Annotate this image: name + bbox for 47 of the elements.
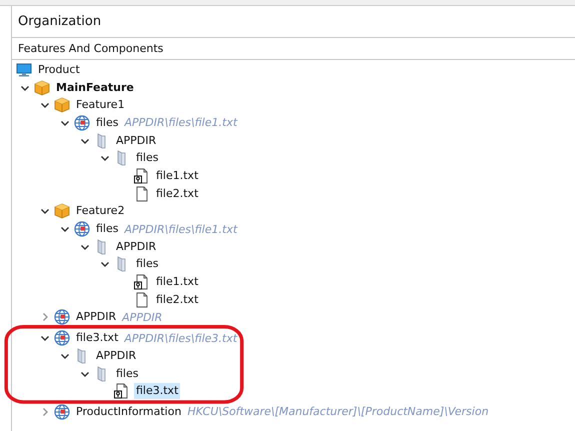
- tree-item[interactable]: Feature2: [74, 203, 127, 220]
- tree-item[interactable]: APPDIR: [74, 309, 118, 326]
- item-path: APPDIR\files\file1.txt: [124, 222, 238, 236]
- item-path: APPDIR: [122, 310, 162, 324]
- item-path: HKCU\Software\[Manufacturer]\[ProductName]\Version: [187, 405, 489, 418]
- tree-item[interactable]: file2.txt: [154, 186, 200, 202]
- file-icon: [134, 186, 150, 202]
- file-icon: [134, 292, 150, 308]
- chevron-icon[interactable]: [100, 259, 110, 270]
- tree-item[interactable]: files: [94, 221, 120, 238]
- globe-icon: [54, 404, 70, 420]
- panel-title: Organization: [12, 6, 575, 38]
- tree-item[interactable]: file1.txt: [154, 274, 200, 290]
- item-path: APPDIR\files\file1.txt: [124, 116, 238, 130]
- tree-item[interactable]: Feature1: [74, 97, 127, 114]
- chevron-icon[interactable]: [40, 206, 50, 216]
- item-path: APPDIR\files\file3.txt: [124, 332, 238, 345]
- monitor-icon: [16, 62, 32, 78]
- chevron-icon[interactable]: [40, 333, 50, 344]
- globe-icon: [54, 330, 70, 346]
- tree-item[interactable]: MainFeature: [54, 80, 136, 96]
- tree-item[interactable]: files: [134, 256, 160, 272]
- globe-icon: [74, 221, 90, 238]
- globe-icon: [54, 309, 70, 326]
- tree-item[interactable]: APPDIR: [94, 348, 138, 364]
- tree-item[interactable]: file1.txt: [154, 168, 200, 184]
- chevron-icon[interactable]: [60, 224, 70, 234]
- cube-icon: [54, 203, 70, 220]
- tree-item[interactable]: APPDIR: [114, 132, 158, 149]
- tree-item[interactable]: files: [114, 366, 140, 382]
- key-file-icon: [134, 274, 150, 290]
- tree-item[interactable]: file3.txt: [74, 330, 120, 346]
- tree-item[interactable]: files: [134, 150, 160, 166]
- chevron-icon[interactable]: [100, 153, 110, 164]
- section-header: Features And Components: [12, 38, 575, 60]
- tree-item[interactable]: ProductInformation: [74, 404, 184, 420]
- tree-item[interactable]: Product: [36, 62, 82, 78]
- chevron-icon[interactable]: [40, 100, 50, 110]
- cube-icon: [54, 97, 70, 114]
- tree-item[interactable]: APPDIR: [114, 238, 158, 255]
- key-file-icon: [134, 168, 150, 184]
- tree-item[interactable]: file3.txt: [134, 383, 180, 400]
- globe-icon: [74, 114, 90, 131]
- tree-item[interactable]: files: [94, 114, 120, 131]
- cube-icon: [34, 80, 50, 96]
- tree-item[interactable]: file2.txt: [154, 292, 200, 308]
- key-file-icon: [114, 383, 130, 400]
